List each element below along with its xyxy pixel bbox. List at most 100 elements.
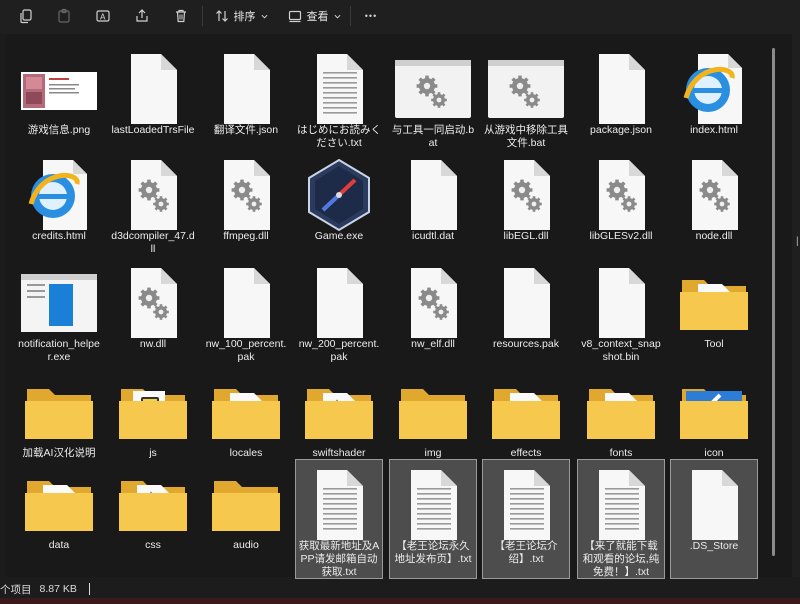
text-file-icon <box>395 468 471 542</box>
delete-icon[interactable] <box>171 5 191 27</box>
sort-label: 排序 <box>233 11 256 23</box>
file-name-label: 获取最新地址及APP请发邮箱自动获取.txt <box>298 540 380 578</box>
file-item[interactable]: v8_context_snapshot.bin <box>577 258 665 366</box>
file-item[interactable]: 游戏信息.png <box>15 44 103 152</box>
more-options-button[interactable]: ••• <box>360 5 382 27</box>
view-button[interactable]: 查看 <box>287 5 341 27</box>
folder-icon <box>395 375 471 449</box>
file-name-label: resources.pak <box>493 338 559 350</box>
rename-icon[interactable]: A <box>93 5 113 27</box>
file-name-label: data <box>48 539 70 551</box>
file-name-label: 游戏信息.png <box>27 124 91 136</box>
file-item[interactable]: nw_100_percent.pak <box>202 258 290 366</box>
status-divider <box>88 583 90 595</box>
game-exe-icon <box>301 158 377 232</box>
chevron-down-icon <box>334 14 340 19</box>
file-name-label: nw.dll <box>139 338 167 350</box>
file-item[interactable]: はじめにお読みください.txt <box>295 44 383 152</box>
file-item[interactable]: 从游戏中移除工具文件.bat <box>482 44 570 152</box>
file-icon <box>301 266 377 340</box>
batch-file-icon <box>395 52 471 126</box>
text-file-icon <box>488 468 564 542</box>
details-pane-edge <box>792 34 800 577</box>
file-item[interactable]: resources.pak <box>482 258 570 366</box>
pane-marker: | <box>796 236 799 247</box>
sort-icon <box>215 10 228 22</box>
file-item[interactable]: audio <box>202 459 290 567</box>
dll-file-icon <box>488 158 564 232</box>
file-item[interactable]: package.json <box>577 44 665 152</box>
file-item[interactable]: node.dll <box>670 150 758 258</box>
file-item[interactable]: libEGL.dll <box>482 150 570 258</box>
file-item[interactable]: credits.html <box>15 150 103 258</box>
file-icon <box>676 468 752 542</box>
file-item[interactable]: data <box>15 459 103 567</box>
file-icon <box>583 52 659 126</box>
file-item[interactable]: notification_helper.exe <box>15 258 103 366</box>
file-item[interactable]: .DS_Store <box>670 459 758 579</box>
share-icon[interactable] <box>132 5 152 27</box>
file-name-label: audio <box>233 539 259 551</box>
command-bar: A 排序 查看 ••• <box>0 0 800 34</box>
text-file-icon <box>301 468 377 542</box>
file-name-label: lastLoadedTrsFile <box>111 124 195 136</box>
file-item[interactable]: ffmpeg.dll <box>202 150 290 258</box>
file-name-label: icudtl.dat <box>411 230 455 242</box>
taskbar-edge <box>0 598 800 604</box>
file-icon <box>583 266 659 340</box>
folder-icon <box>21 375 97 449</box>
file-item[interactable]: index.html <box>670 44 758 152</box>
file-item[interactable]: icudtl.dat <box>389 150 477 258</box>
file-name-label: 【老王论坛介绍】.txt <box>494 540 558 565</box>
chevron-down-icon <box>261 14 267 19</box>
folder-icon <box>115 467 191 541</box>
file-item[interactable]: nw_elf.dll <box>389 258 477 366</box>
toolbar-separator <box>350 6 351 26</box>
internet-explorer-icon <box>676 52 752 126</box>
file-item[interactable]: d3dcompiler_47.dll <box>109 150 197 258</box>
file-item[interactable]: 【老王论坛永久地址发布页】.txt <box>389 459 477 579</box>
file-item[interactable]: 【老王论坛介绍】.txt <box>482 459 570 579</box>
file-name-label: d3dcompiler_47.dll <box>111 230 195 255</box>
folder-icon <box>676 266 752 340</box>
dll-file-icon <box>676 158 752 232</box>
selection-size: 8.87 KB <box>39 583 77 595</box>
sort-button[interactable]: 排序 <box>214 5 268 27</box>
internet-explorer-icon <box>21 158 97 232</box>
status-bar: 个项目 8.87 KB <box>0 580 800 598</box>
file-item[interactable]: 获取最新地址及APP请发邮箱自动获取.txt <box>295 459 383 579</box>
file-icon <box>488 266 564 340</box>
app-exe-icon <box>21 266 97 340</box>
file-icon <box>115 52 191 126</box>
file-name-label: notification_helper.exe <box>18 338 100 363</box>
file-name-label: css <box>145 539 161 551</box>
file-item[interactable]: 翻译文件.json <box>202 44 290 152</box>
file-name-label: 翻译文件.json <box>213 124 279 136</box>
vertical-scrollbar[interactable] <box>772 48 775 556</box>
file-icon <box>395 158 471 232</box>
file-name-label: 【老王论坛永久地址发布页】.txt <box>394 540 472 565</box>
file-item[interactable]: nw.dll <box>109 258 197 366</box>
file-item[interactable]: lastLoadedTrsFile <box>109 44 197 152</box>
copy-icon[interactable] <box>16 5 36 27</box>
dll-file-icon <box>583 158 659 232</box>
paste-icon[interactable] <box>54 5 74 27</box>
file-item[interactable]: css <box>109 459 197 567</box>
file-name-label: credits.html <box>32 230 86 242</box>
file-name-label: はじめにお読みください.txt <box>297 124 381 149</box>
folder-icon <box>21 467 97 541</box>
file-name-label: 从游戏中移除工具文件.bat <box>484 124 568 149</box>
folder-icon <box>676 375 752 449</box>
file-item[interactable]: 与工具一同启动.bat <box>389 44 477 152</box>
file-item[interactable]: Game.exe <box>295 150 383 258</box>
dll-file-icon <box>395 266 471 340</box>
view-icon <box>288 10 301 23</box>
file-name-label: ffmpeg.dll <box>223 230 269 242</box>
file-item[interactable]: Tool <box>670 258 758 366</box>
file-icon <box>208 266 284 340</box>
text-file-icon <box>583 468 659 542</box>
file-item[interactable]: 【来了就能下载和观看的论坛,纯免费！】.txt <box>577 459 665 579</box>
dll-file-icon <box>208 158 284 232</box>
file-item[interactable]: libGLESv2.dll <box>577 150 665 258</box>
file-item[interactable]: nw_200_percent.pak <box>295 258 383 366</box>
